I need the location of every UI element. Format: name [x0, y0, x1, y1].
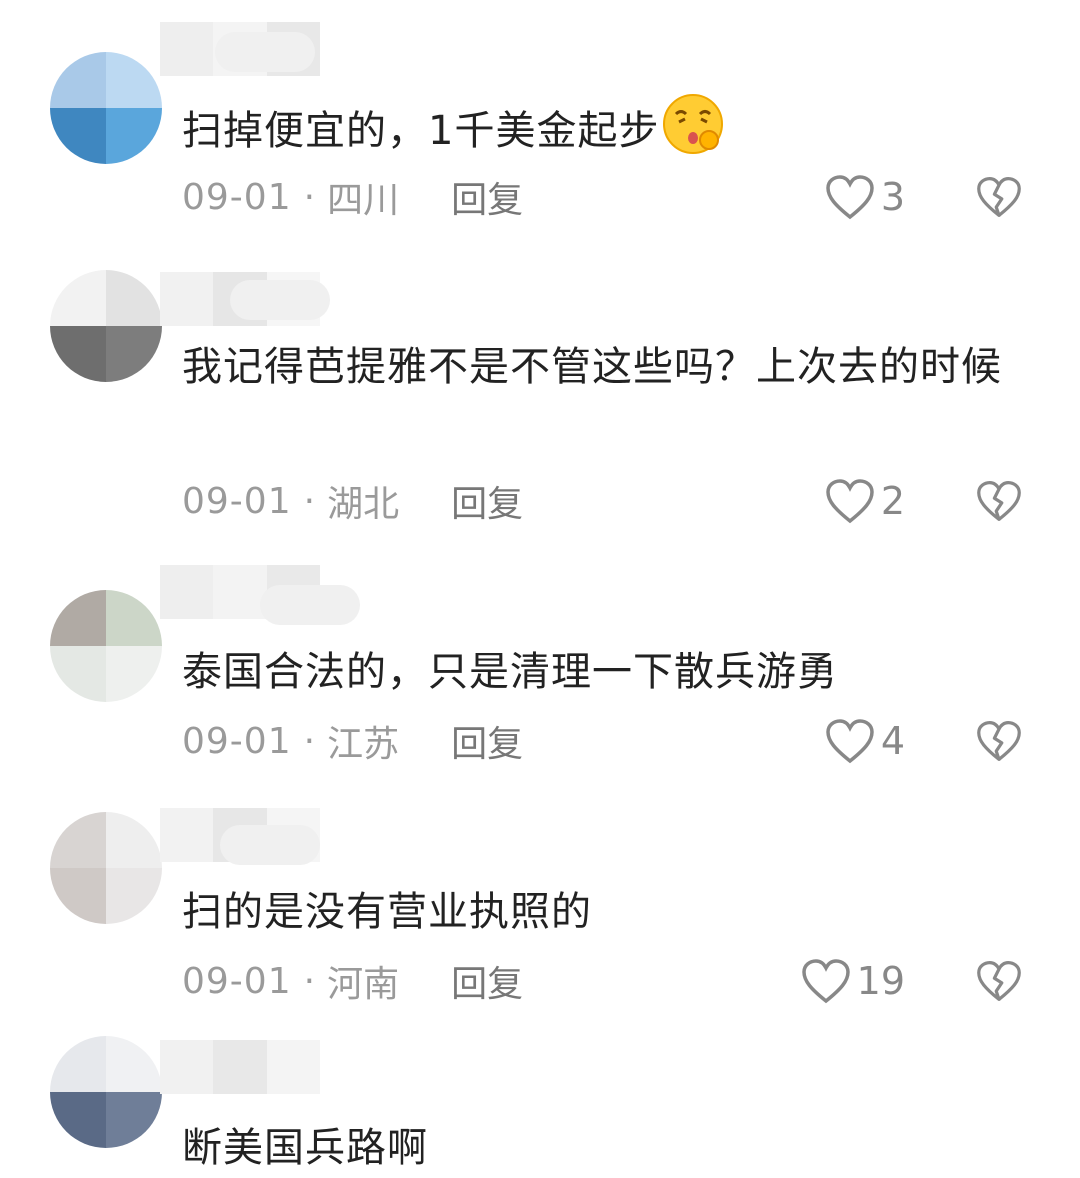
avatar[interactable] [50, 590, 162, 702]
reply-button[interactable]: 回复 [451, 955, 523, 1007]
comment-date: 09-01 [182, 720, 292, 762]
comment-date: 09-01 [182, 176, 292, 218]
broken-heart-icon[interactable] [976, 478, 1022, 524]
heart-outline-icon [826, 479, 874, 524]
comment-text: 扫掉便宜的，1千美金起步 [182, 92, 1012, 161]
like-count: 4 [880, 719, 905, 763]
like-button[interactable]: 3 [825, 172, 905, 222]
meta-separator: · [303, 480, 316, 522]
comment-location: 江苏 [327, 724, 400, 765]
broken-heart-icon[interactable] [976, 174, 1022, 220]
meta-separator: · [303, 960, 316, 1002]
like-count: 3 [880, 175, 905, 219]
avatar[interactable] [50, 270, 162, 382]
comment-location: 四川 [327, 180, 400, 221]
like-button[interactable]: 19 [801, 956, 905, 1006]
broken-heart-icon[interactable] [976, 958, 1022, 1004]
like-button[interactable]: 2 [825, 476, 905, 526]
comment-text: 扫的是没有营业执照的 [182, 889, 592, 935]
reply-button[interactable]: 回复 [451, 171, 523, 223]
reply-button[interactable]: 回复 [451, 475, 523, 527]
meta-separator: · [303, 720, 316, 762]
comment-meta: 09-01 · 河南 回复 [182, 956, 523, 1006]
comment-date: 09-01 [182, 480, 292, 522]
meta-separator: · [303, 176, 316, 218]
reply-button[interactable]: 回复 [451, 715, 523, 767]
heart-outline-icon [826, 175, 874, 220]
avatar[interactable] [50, 1036, 162, 1148]
comment-location: 湖北 [327, 484, 400, 525]
like-button[interactable]: 4 [825, 716, 905, 766]
like-count: 19 [856, 959, 905, 1003]
comment-text: 我记得芭提雅不是不管这些吗？上次去的时候 [182, 344, 1002, 390]
comment-text: 泰国合法的，只是清理一下散兵游勇 [182, 649, 838, 695]
comment-location: 河南 [327, 964, 400, 1005]
comment-meta: 09-01 · 江苏 回复 [182, 716, 523, 766]
face-blowing-kiss-emoji-icon [663, 94, 724, 154]
like-count: 2 [880, 479, 905, 523]
comment-text: 断美国兵路啊 [182, 1125, 428, 1171]
username-blurred[interactable] [160, 1040, 320, 1094]
broken-heart-icon[interactable] [976, 718, 1022, 764]
comment-meta: 09-01 · 湖北 回复 [182, 476, 523, 526]
comment-date: 09-01 [182, 960, 292, 1002]
heart-outline-icon [826, 719, 874, 764]
heart-outline-icon [801, 959, 850, 1004]
avatar[interactable] [50, 812, 162, 924]
comment-meta: 09-01 · 四川 回复 [182, 172, 523, 222]
avatar[interactable] [50, 52, 162, 164]
